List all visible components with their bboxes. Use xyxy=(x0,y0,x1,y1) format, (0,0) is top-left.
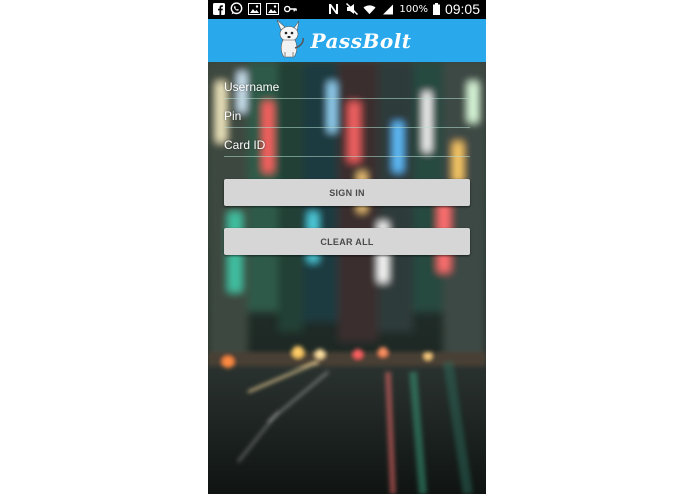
app-bar: PassBolt xyxy=(208,19,486,62)
phone-screen: 100% 09:05 PassBolt Username Pin Card ID… xyxy=(208,0,486,494)
card-id-field[interactable]: Card ID xyxy=(224,128,470,157)
whatsapp-icon xyxy=(230,2,243,15)
mute-icon xyxy=(345,3,358,16)
key-icon xyxy=(284,2,297,15)
clock: 09:05 xyxy=(444,1,480,17)
username-label: Username xyxy=(224,80,280,94)
sign-in-button[interactable]: SIGN IN xyxy=(224,179,470,206)
signal-icon xyxy=(381,3,394,16)
app-title: PassBolt xyxy=(310,28,412,53)
facebook-icon xyxy=(212,2,225,15)
gallery-icon xyxy=(248,2,261,15)
gallery-icon xyxy=(266,2,279,15)
dog-mascot-icon xyxy=(274,19,306,62)
pin-field[interactable]: Pin xyxy=(224,99,470,128)
battery-icon xyxy=(432,3,440,16)
nfc-icon xyxy=(327,3,340,16)
status-bar: 100% 09:05 xyxy=(208,0,486,19)
app-logo: PassBolt xyxy=(274,19,412,62)
card-id-label: Card ID xyxy=(224,138,266,152)
notification-icons xyxy=(212,2,297,15)
clear-all-button[interactable]: CLEAR ALL xyxy=(224,228,470,255)
system-icons: 100% 09:05 xyxy=(327,1,480,17)
battery-percent: 100% xyxy=(399,3,428,15)
pin-label: Pin xyxy=(224,109,242,123)
username-field[interactable]: Username xyxy=(224,70,470,99)
wifi-icon xyxy=(363,3,376,16)
